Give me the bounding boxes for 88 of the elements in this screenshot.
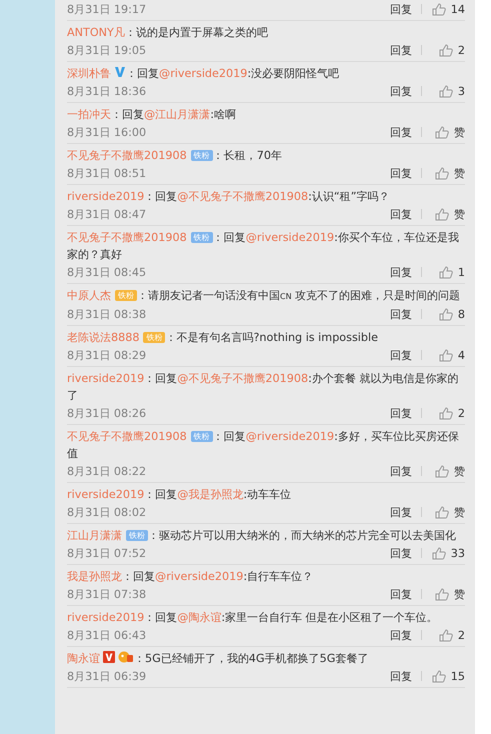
like-button[interactable]: 14 xyxy=(431,2,465,16)
thumbs-up-icon xyxy=(435,208,449,220)
fan-badge: 铁粉 xyxy=(190,232,213,243)
comment-time: 8月31日 08:45 xyxy=(67,264,148,280)
reply-link[interactable]: 回复 xyxy=(390,504,412,520)
like-button[interactable]: 3 xyxy=(431,84,465,98)
comment-time: 8月31日 19:05 xyxy=(67,42,148,58)
thumbs-up-icon xyxy=(435,506,449,518)
like-button[interactable]: 15 xyxy=(431,670,465,682)
comment-time: 8月31日 08:38 xyxy=(67,306,148,322)
comment-text: 中原人杰 铁粉 ：请朋友记者一句话没有中国CN 攻克不了的困难，只是时间的问题 xyxy=(67,288,462,304)
like-button[interactable]: 4 xyxy=(431,348,465,362)
reply-link[interactable]: 回复 xyxy=(390,406,412,420)
fan-badge: 铁粉 xyxy=(115,290,137,301)
like-button[interactable]: 赞 xyxy=(431,504,465,520)
reply-link[interactable]: 回复 xyxy=(390,206,412,222)
thumbs-up-icon xyxy=(438,348,453,362)
comment-time: 8月31日 18:36 xyxy=(67,84,148,98)
comment-time: 8月31日 08:02 xyxy=(67,504,148,520)
comment-time: 8月31日 07:52 xyxy=(67,546,148,560)
comment-time: 8月31日 08:47 xyxy=(67,206,148,222)
comment-text: 不见兔子不撒鹰201908 铁粉 ：回复@riverside2019:多好，买车位比买房还保值 xyxy=(67,429,460,462)
thumbs-up-icon xyxy=(438,406,453,420)
reply-link[interactable]: 回复 xyxy=(390,306,412,322)
comment-text: 深圳朴鲁 ：回复@riverside2019:没必要阴阳怪气吧 xyxy=(67,65,340,82)
thumbs-up-icon xyxy=(435,464,449,478)
thumbs-up-icon xyxy=(438,266,453,278)
thumbs-up-icon xyxy=(438,84,453,98)
comment-time: 8月31日 19:17 xyxy=(67,2,148,16)
thumbs-up-icon xyxy=(432,546,446,560)
comment-text: riverside2019：回复@我是孙照龙:动车车位 xyxy=(67,487,292,503)
reply-link[interactable]: 回复 xyxy=(390,464,412,478)
fan-badge: 铁粉 xyxy=(190,150,213,161)
like-button[interactable]: 赞 xyxy=(431,464,465,478)
comment-time: 8月31日 07:38 xyxy=(67,586,148,602)
thumbs-up-icon xyxy=(438,44,453,56)
fan-badge: 铁粉 xyxy=(190,431,213,442)
verified-icon xyxy=(114,66,126,78)
comment-time: 8月31日 06:43 xyxy=(67,628,148,642)
reply-link[interactable]: 回复 xyxy=(390,124,412,140)
thumbs-up-icon xyxy=(435,588,449,600)
comment-time: 8月31日 06:39 xyxy=(67,668,148,684)
reply-link[interactable]: 回复 xyxy=(390,668,412,684)
comment-time: 8月31日 08:29 xyxy=(67,348,148,362)
reply-link[interactable]: 回复 xyxy=(390,628,412,642)
reply-link[interactable]: 回复 xyxy=(390,348,412,362)
comment-text: riverside2019：回复@不见兔子不撒鹰201908:办个套餐 就以为电信是你家的了 xyxy=(67,371,460,404)
thumbs-up-icon xyxy=(438,308,453,320)
reply-link[interactable]: 回复 xyxy=(390,586,412,602)
verified-icon xyxy=(103,651,115,663)
like-button[interactable]: 赞 xyxy=(431,124,465,140)
comment-time: 8月31日 08:26 xyxy=(67,406,148,420)
comment-text: riverside2019：回复@不见兔子不撒鹰201908:认识“租”字吗？ xyxy=(67,189,390,205)
like-button[interactable]: 赞 xyxy=(431,206,465,222)
like-button[interactable]: 1 xyxy=(431,266,465,278)
fan-badge: 铁粉 xyxy=(126,530,148,541)
fan-badge: 铁粉 xyxy=(143,332,166,343)
thumbs-up-icon xyxy=(438,628,453,642)
comment-time: 8月31日 16:00 xyxy=(67,124,148,140)
reply-link[interactable]: 回复 xyxy=(390,84,412,98)
thumbs-up-icon xyxy=(435,126,449,138)
like-button[interactable]: 赞 xyxy=(431,166,465,180)
comment-time: 8月31日 08:51 xyxy=(67,166,148,180)
reply-link[interactable]: 回复 xyxy=(390,166,412,180)
comment-text: 不见兔子不撒鹰201908 铁粉 ：长租，70年 xyxy=(67,148,283,164)
comment-text: 陶永谊 ：5G已经铺开了，我的4G手机都换了5G套餐了 xyxy=(67,650,370,667)
comment-text: 一拍冲天：回复@江山月潇潇:啥啊 xyxy=(67,107,237,123)
comment-text: 不见兔子不撒鹰201908 铁粉 ：回复@riverside2019:你买个车位，车位还是我家的？真好 xyxy=(67,230,460,263)
member-icon xyxy=(118,651,134,663)
like-button[interactable]: 2 xyxy=(431,628,465,642)
reply-link[interactable]: 回复 xyxy=(390,2,412,16)
comment-text: 江山月潇潇 铁粉 ：驱动芯片可以用大纳米的，而大纳米的芯片完全可以去美国化 xyxy=(67,528,457,544)
thumbs-up-icon xyxy=(435,166,449,180)
like-button[interactable]: 赞 xyxy=(431,586,465,602)
reply-link[interactable]: 回复 xyxy=(390,546,412,560)
comment-text: 老陈说法8888 铁粉 ：不是有句名言吗?nothing is impossible xyxy=(67,330,379,346)
comment-text: riverside2019：回复@陶永谊:家里一台自行车 但是在小区租了一个车位。 xyxy=(67,610,439,626)
thumbs-up-icon xyxy=(432,2,446,16)
comment-time: 8月31日 08:22 xyxy=(67,464,148,478)
comment-text: 我是孙照龙：回复@riverside2019:自行车车位？ xyxy=(67,569,314,585)
reply-link[interactable]: 回复 xyxy=(390,42,412,58)
reply-link[interactable]: 回复 xyxy=(390,264,412,280)
thumbs-up-icon xyxy=(432,670,446,682)
like-button[interactable]: 33 xyxy=(431,546,465,560)
like-button[interactable]: 8 xyxy=(431,308,465,320)
like-button[interactable]: 2 xyxy=(431,406,465,420)
comment-text: ANTONY凡：说的是内置于屏幕之类的吧 xyxy=(67,25,269,41)
like-button[interactable]: 2 xyxy=(431,44,465,56)
